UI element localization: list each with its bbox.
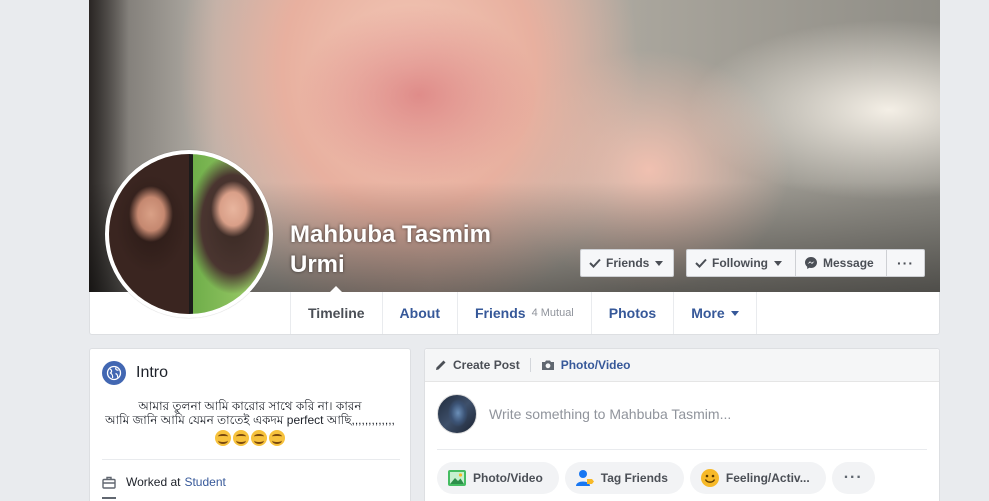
create-post-tab[interactable]: Create Post bbox=[435, 358, 520, 372]
education-icon bbox=[102, 497, 116, 501]
mutual-friends-count: 4 Mutual bbox=[531, 307, 574, 319]
tag-friends-button-label: Tag Friends bbox=[600, 471, 668, 485]
smile-emoji-icon bbox=[251, 430, 267, 447]
tab-photos[interactable]: Photos bbox=[592, 292, 675, 334]
composer-body: Write something to Mahbuba Tasmim... bbox=[437, 394, 731, 434]
tab-label: Friends bbox=[474, 305, 526, 321]
photo-icon bbox=[448, 470, 466, 486]
chevron-down-icon bbox=[774, 260, 782, 266]
intro-divider bbox=[102, 459, 400, 460]
composer-header-divider bbox=[529, 358, 531, 372]
friends-button-label: Friends bbox=[606, 256, 650, 270]
composer-input[interactable]: Write something to Mahbuba Tasmim... bbox=[489, 406, 731, 422]
tab-label: More bbox=[691, 305, 725, 321]
tag-friends-button[interactable]: Tag Friends bbox=[564, 462, 684, 494]
feeling-activity-button-label: Feeling/Activ... bbox=[725, 471, 810, 485]
chevron-down-icon bbox=[655, 260, 664, 266]
intro-title: Intro bbox=[136, 364, 169, 381]
message-button[interactable]: Message bbox=[795, 249, 887, 277]
intro-bio: আমার তুলনা আমি কারোর সাথে করি না। কারন আ… bbox=[100, 399, 400, 447]
bio-line-1: আমার তুলনা আমি কারোর সাথে করি না। কারন bbox=[138, 399, 362, 413]
message-button-label: Message bbox=[823, 256, 874, 270]
feeling-smiley-icon bbox=[700, 469, 719, 487]
smile-emoji-icon bbox=[269, 430, 285, 447]
intro-card: Intro আমার তুলনা আমি কারোর সাথে করি না। … bbox=[89, 348, 411, 501]
work-place-link[interactable]: Student bbox=[184, 475, 225, 489]
smile-emoji-icon bbox=[233, 430, 249, 447]
composer-avatar bbox=[437, 394, 477, 434]
photo-video-button[interactable]: Photo/Video bbox=[437, 462, 559, 494]
tab-label: Timeline bbox=[308, 305, 365, 321]
tab-label: Photos bbox=[608, 305, 657, 321]
intro-header: Intro bbox=[102, 361, 168, 385]
tab-about[interactable]: About bbox=[383, 292, 458, 334]
briefcase-icon bbox=[102, 476, 116, 489]
bio-line-2: আমি জানি আমি যেমন তাতেই একদম perfect আছি… bbox=[105, 413, 395, 427]
more-options-button[interactable]: ··· bbox=[886, 249, 925, 277]
composer-divider bbox=[437, 449, 927, 450]
following-button[interactable]: Following bbox=[686, 249, 796, 277]
chevron-down-icon bbox=[730, 310, 739, 316]
profile-tabs: Timeline About Friends 4 Mutual Photos M… bbox=[290, 286, 757, 334]
check-icon bbox=[695, 258, 707, 268]
following-button-label: Following bbox=[712, 256, 768, 270]
feeling-activity-button[interactable]: Feeling/Activ... bbox=[689, 462, 826, 494]
friends-button[interactable]: Friends bbox=[580, 249, 674, 277]
composer-actions: Photo/Video Tag Friends Feeling/Activ...… bbox=[437, 462, 881, 494]
tab-more[interactable]: More bbox=[674, 292, 757, 334]
profile-picture-left-half bbox=[109, 154, 189, 314]
check-icon bbox=[589, 258, 601, 268]
camera-icon bbox=[541, 360, 554, 370]
smile-emoji-icon bbox=[215, 430, 231, 447]
tab-timeline[interactable]: Timeline bbox=[291, 286, 383, 334]
create-post-label: Create Post bbox=[453, 358, 520, 372]
pencil-icon bbox=[436, 360, 446, 370]
composer-header: Create Post Photo/Video bbox=[425, 349, 939, 382]
intro-work-item: Worked at Student bbox=[102, 475, 226, 489]
globe-icon bbox=[102, 361, 126, 385]
more-actions-button[interactable]: ··· bbox=[831, 462, 875, 494]
photo-video-tab-label: Photo/Video bbox=[560, 358, 631, 372]
photo-video-tab[interactable]: Photo/Video bbox=[541, 358, 631, 372]
bio-emojis bbox=[100, 428, 400, 447]
messenger-icon bbox=[805, 257, 817, 269]
tab-label: About bbox=[399, 305, 440, 321]
tab-friends[interactable]: Friends 4 Mutual bbox=[458, 292, 592, 334]
profile-picture[interactable] bbox=[105, 150, 273, 318]
profile-name[interactable]: Mahbuba Tasmim Urmi bbox=[290, 220, 520, 280]
post-composer: Create Post Photo/Video Write something … bbox=[424, 348, 940, 501]
tag-friends-icon bbox=[575, 470, 594, 486]
profile-picture-right-half bbox=[193, 154, 269, 314]
work-prefix: Worked at bbox=[126, 475, 181, 489]
photo-video-button-label: Photo/Video bbox=[473, 471, 543, 485]
